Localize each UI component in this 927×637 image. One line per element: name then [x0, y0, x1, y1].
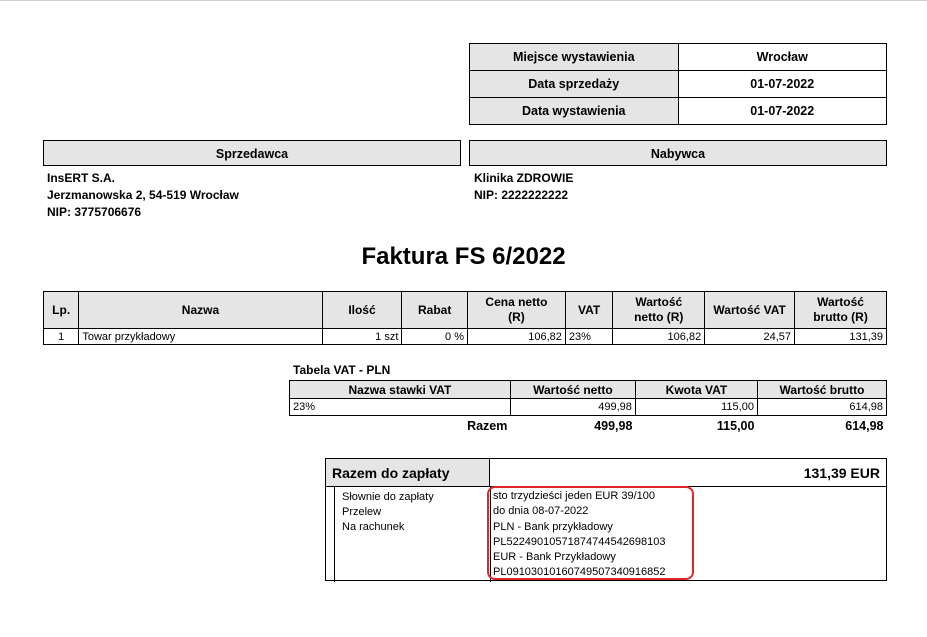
- sum-label: Razem: [467, 419, 508, 433]
- table-row: 1 Towar przykładowy 1 szt 0 % 106,82 23%…: [42, 328, 887, 345]
- meta-label: Miejsce wystawienia: [469, 43, 679, 71]
- col-header: Wartość brutto: [756, 380, 888, 399]
- sum-vat: 115,00: [716, 419, 755, 433]
- col-header-text: Cena netto (R): [485, 295, 548, 324]
- col-header: Lp.: [42, 291, 80, 329]
- meta-value: 01-07-2022: [677, 70, 887, 98]
- col-header: Cena netto (R): [466, 291, 566, 329]
- payment-amount: 131,39 EUR: [490, 459, 886, 487]
- seller-header: Sprzedawca: [43, 140, 461, 166]
- cell-lp: 1: [42, 328, 80, 345]
- meta-value: 01-07-2022: [677, 97, 887, 125]
- meta-value: Wrocław: [677, 43, 887, 71]
- payment-due-date: do dnia 08-07-2022: [493, 505, 589, 518]
- col-header: Wartość netto (R): [612, 291, 706, 329]
- meta-label: Data sprzedaży: [469, 70, 679, 98]
- col-header: Ilość: [321, 291, 403, 329]
- col-header: Wartość brutto (R): [794, 291, 887, 329]
- col-header: Rabat: [401, 291, 468, 329]
- cell-net: 499,98: [509, 398, 636, 416]
- payment-label: Razem do zapłaty: [326, 459, 490, 487]
- seller-name: InsERT S.A.: [47, 171, 116, 185]
- meta-row: Miejsce wystawienia Wrocław: [469, 43, 887, 71]
- seller-nip: NIP: 3775706676: [47, 205, 142, 219]
- cell-qty: 1 szt: [321, 328, 403, 345]
- table-row: 23% 499,98 115,00 614,98: [289, 398, 888, 416]
- meta-row: Data sprzedaży 01-07-2022: [469, 70, 887, 98]
- col-header: Wartość VAT: [704, 291, 796, 329]
- cell-discount: 0 %: [401, 328, 468, 345]
- payment-details: sto trzydzieści jeden EUR 39/100 do dnia…: [493, 489, 666, 581]
- col-header: Wartość netto: [509, 380, 636, 399]
- col-header: Nazwa stawki VAT: [289, 380, 511, 399]
- buyer-name: Klinika ZDROWIE: [474, 171, 574, 185]
- vat-table-title: Tabela VAT - PLN: [293, 363, 391, 377]
- items-table: Lp. Nazwa Ilość Rabat Cena netto (R) VAT…: [42, 291, 887, 345]
- sum-gross: 614,98: [845, 419, 884, 433]
- col-header: Nazwa: [78, 291, 323, 329]
- payment-account-pln: PL52249010571874744542698103: [493, 535, 666, 548]
- vat-sum-row: Razem 499,98 115,00 614,98: [290, 416, 887, 437]
- cell-gross: 614,98: [756, 398, 888, 416]
- vat-table: Nazwa stawki VAT Wartość netto Kwota VAT…: [289, 380, 888, 437]
- payment-left-labels: Słownie do zapłaty Przelew Na rachunek: [342, 490, 492, 535]
- meta-table: Miejsce wystawienia Wrocław Data sprzeda…: [469, 43, 887, 125]
- page-top-border: [0, 0, 927, 1]
- buyer-nip: NIP: 2222222222: [474, 188, 569, 202]
- vat-header-row: Nazwa stawki VAT Wartość netto Kwota VAT…: [289, 380, 888, 399]
- cell-vat-rate: 23%: [564, 328, 614, 345]
- cell-vat-amount: 24,57: [704, 328, 796, 345]
- payment-words-label: Słownie do zapłaty: [342, 491, 434, 503]
- payment-account-eur: PL09103010160749507340916852: [493, 566, 666, 579]
- cell-price: 106,82: [466, 328, 566, 345]
- payment-bank-pln: PLN - Bank przykładowy: [493, 520, 613, 533]
- payment-divider-left: [334, 487, 335, 582]
- meta-label: Data wystawienia: [469, 97, 679, 125]
- items-header-row: Lp. Nazwa Ilość Rabat Cena netto (R) VAT…: [42, 291, 887, 329]
- buyer-details: Klinika ZDROWIE NIP: 2222222222: [474, 170, 573, 204]
- invoice-title: Faktura FS 6/2022: [361, 243, 566, 270]
- cell-vat: 115,00: [634, 398, 758, 416]
- meta-row: Data wystawienia 01-07-2022: [469, 97, 887, 125]
- cell-gross: 131,39: [794, 328, 887, 345]
- payment-bank-eur: EUR - Bank Przykładowy: [493, 551, 616, 564]
- payment-account-label: Na rachunek: [342, 521, 405, 533]
- cell-rate: 23%: [289, 398, 511, 416]
- payment-amount-words: sto trzydzieści jeden EUR 39/100: [493, 490, 656, 502]
- col-header: Kwota VAT: [634, 380, 758, 399]
- buyer-header: Nabywca: [469, 140, 887, 166]
- col-header-text: Wartość netto (R): [634, 295, 684, 324]
- cell-name: Towar przykładowy: [78, 328, 323, 345]
- col-header: VAT: [564, 291, 614, 329]
- col-header-text: Wartość brutto (R): [813, 295, 868, 324]
- cell-net: 106,82: [612, 328, 706, 345]
- seller-address: Jerzmanowska 2, 54-519 Wrocław: [47, 188, 239, 202]
- payment-method-label: Przelew: [342, 506, 382, 518]
- sum-net: 499,98: [594, 419, 633, 433]
- seller-details: InsERT S.A. Jerzmanowska 2, 54-519 Wrocł…: [47, 170, 239, 221]
